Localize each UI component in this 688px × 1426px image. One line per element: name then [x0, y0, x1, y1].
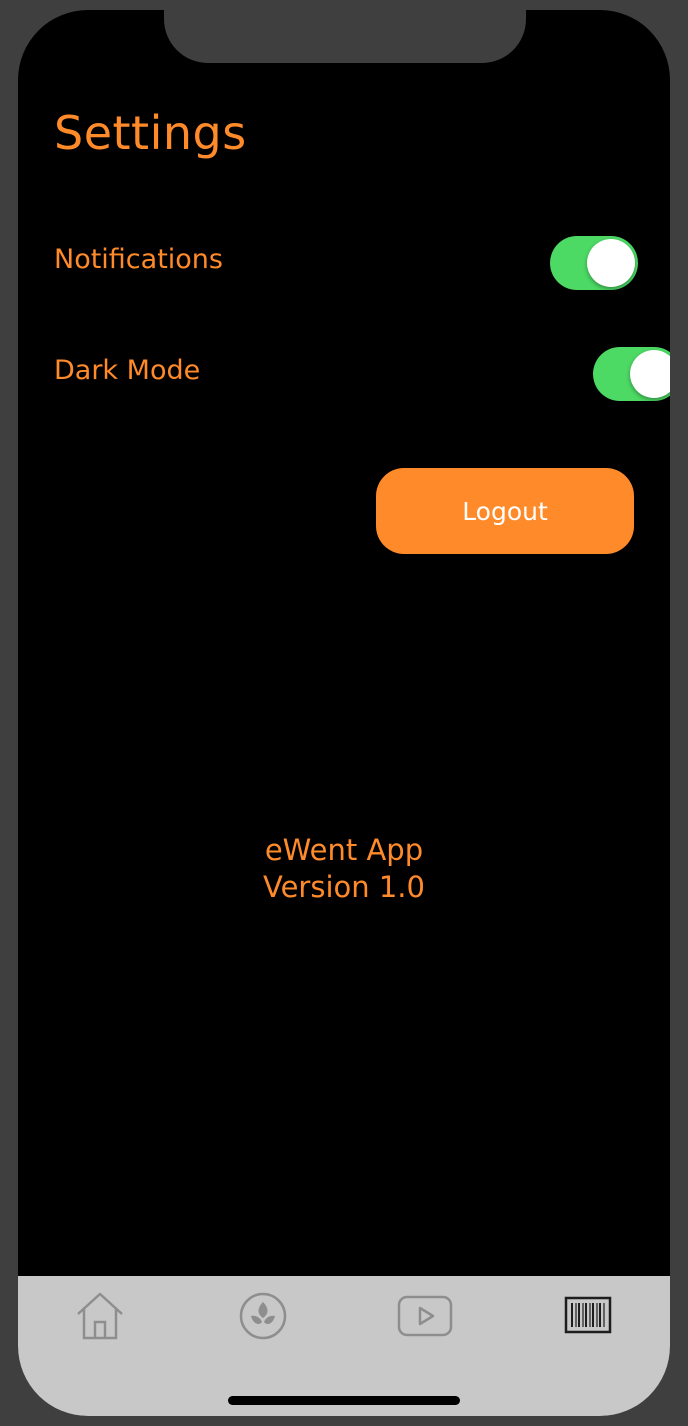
leaf-icon	[239, 1292, 287, 1340]
toggle-knob	[630, 350, 670, 398]
page-title: Settings	[54, 106, 247, 160]
home-indicator	[228, 1396, 460, 1405]
tab-video[interactable]	[393, 1284, 457, 1348]
play-icon	[397, 1295, 453, 1337]
notifications-toggle[interactable]	[550, 236, 638, 290]
app-info: eWent App Version 1.0	[18, 832, 670, 906]
device-frame: Settings Notifications Dark Mode Logout …	[0, 0, 688, 1426]
home-icon	[77, 1292, 123, 1340]
tab-leaf[interactable]	[231, 1284, 295, 1348]
barcode-icon	[564, 1296, 612, 1334]
tab-home[interactable]	[68, 1284, 132, 1348]
tab-bar	[18, 1276, 670, 1416]
screen: Settings Notifications Dark Mode Logout …	[18, 10, 670, 1416]
notifications-label: Notifications	[54, 244, 223, 275]
tab-barcode[interactable]	[556, 1284, 620, 1348]
toggle-knob	[587, 239, 635, 287]
dark-mode-toggle[interactable]	[593, 347, 670, 401]
app-version: Version 1.0	[263, 870, 425, 904]
dark-mode-label: Dark Mode	[54, 355, 201, 386]
logout-button[interactable]: Logout	[376, 468, 634, 554]
device-notch	[164, 10, 526, 63]
app-name: eWent App	[264, 833, 424, 867]
